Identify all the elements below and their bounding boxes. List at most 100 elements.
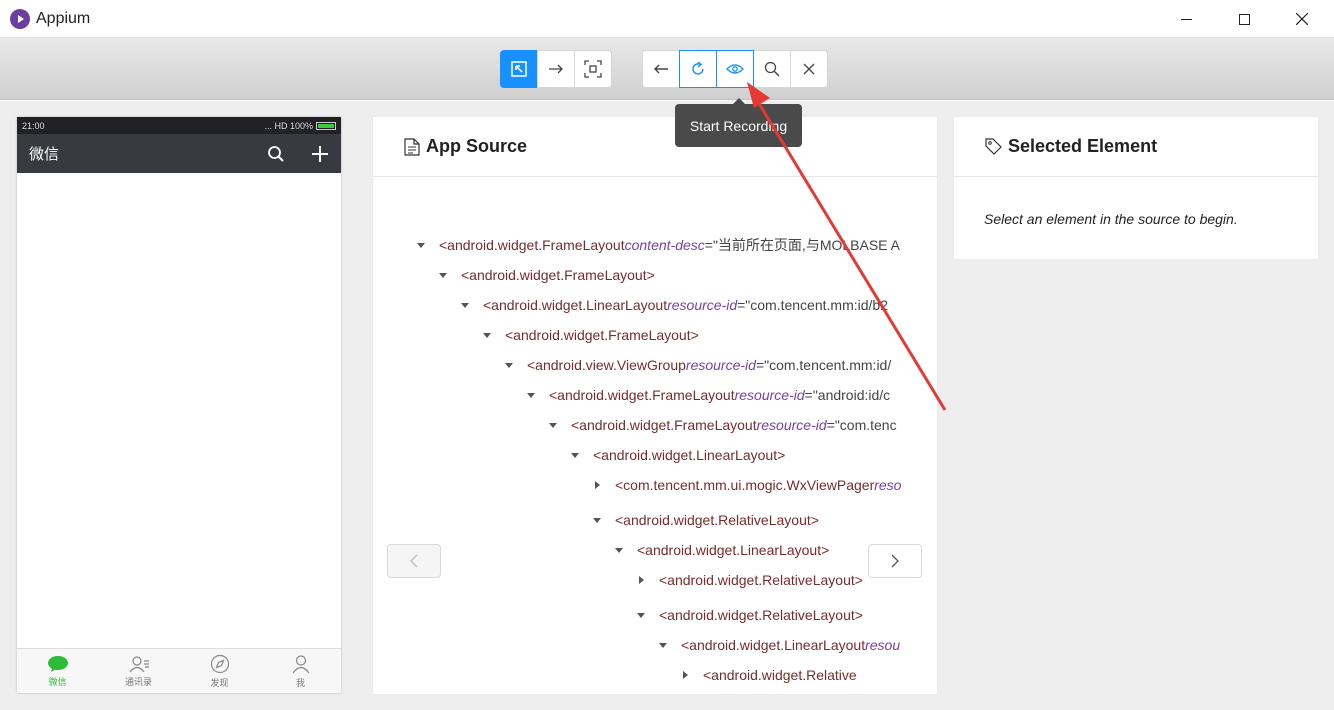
chevron-right-icon bbox=[891, 554, 899, 568]
select-elements-button[interactable] bbox=[500, 50, 538, 88]
back-arrow-icon bbox=[654, 64, 668, 74]
chevron-left-icon bbox=[410, 554, 418, 568]
caret-down-icon[interactable] bbox=[417, 242, 425, 248]
caret-down-icon[interactable] bbox=[505, 362, 513, 368]
session-actions-group bbox=[642, 50, 828, 88]
phone-status-bar: 21:00 ... HD 100% bbox=[17, 117, 341, 134]
source-tree-node[interactable]: <android.widget.Relative bbox=[681, 665, 857, 685]
source-tree-node[interactable]: <android.view.ViewGroup resource-id ="com… bbox=[505, 355, 891, 375]
search-icon[interactable] bbox=[267, 145, 285, 163]
node-tag: <android.widget.FrameLayout> bbox=[505, 327, 699, 343]
node-value: ="com.tencent.mm:id/b2 bbox=[737, 297, 888, 313]
caret-down-icon[interactable] bbox=[593, 517, 601, 523]
app-source-panel: App Source <android.widget.Relative <andr… bbox=[373, 117, 937, 694]
caret-down-icon[interactable] bbox=[461, 302, 469, 308]
contacts-icon bbox=[129, 655, 149, 672]
tap-by-coordinates-button[interactable] bbox=[574, 50, 612, 88]
search-icon bbox=[764, 61, 780, 77]
source-tree-node[interactable]: <android.widget.LinearLayout resou bbox=[659, 635, 900, 655]
node-tag: <android.widget.RelativeLayout> bbox=[659, 607, 863, 623]
scroll-left-button[interactable] bbox=[387, 544, 441, 578]
wechat-tab-me[interactable]: 我 bbox=[260, 649, 341, 693]
person-icon bbox=[292, 654, 309, 673]
caret-right-icon[interactable] bbox=[639, 576, 644, 584]
source-tree-node[interactable]: <android.widget.RelativeLayout> bbox=[637, 570, 863, 590]
source-tree-node[interactable]: <android.widget.FrameLayout content-desc… bbox=[417, 235, 900, 255]
source-tree-node[interactable]: <android.widget.FrameLayout> bbox=[439, 265, 655, 285]
tag-icon bbox=[985, 138, 1002, 155]
battery-icon bbox=[316, 121, 336, 130]
node-tag: <android.widget.RelativeLayout> bbox=[659, 572, 863, 588]
caret-right-icon[interactable] bbox=[683, 671, 688, 679]
tab-label: 发现 bbox=[210, 677, 229, 688]
window-titlebar: Appium bbox=[0, 0, 1334, 38]
device-screenshot[interactable]: 21:00 ... HD 100% 微信 微信 通讯录 发现 我 bbox=[17, 117, 341, 693]
node-attribute: resource-id bbox=[667, 297, 738, 313]
app-source-title: App Source bbox=[426, 136, 528, 156]
tab-label: 我 bbox=[295, 677, 305, 688]
node-tag: <android.view.ViewGroup bbox=[527, 357, 686, 373]
scroll-right-button[interactable] bbox=[868, 544, 922, 578]
source-tree-node[interactable]: <com.tencent.mm.ui.mogic.WxViewPager res… bbox=[593, 475, 901, 495]
wechat-tab-discover[interactable]: 发现 bbox=[179, 649, 260, 693]
close-icon bbox=[1296, 13, 1308, 25]
node-value: ="com.tencent.mm:id/ bbox=[755, 357, 892, 373]
node-tag: <android.widget.FrameLayout bbox=[571, 417, 757, 433]
eye-icon bbox=[726, 64, 744, 74]
caret-down-icon[interactable] bbox=[483, 332, 491, 338]
caret-down-icon[interactable] bbox=[659, 642, 667, 648]
source-tree-node[interactable]: <android.widget.FrameLayout resource-id =… bbox=[527, 385, 890, 405]
node-tag: <android.widget.LinearLayout> bbox=[637, 542, 830, 558]
caret-down-icon[interactable] bbox=[549, 422, 557, 428]
source-tree-node[interactable]: <android.widget.LinearLayout> bbox=[615, 540, 829, 560]
tab-label: 通讯录 bbox=[124, 676, 152, 687]
inspector-main: 21:00 ... HD 100% 微信 微信 通讯录 发现 我 App Sou… bbox=[0, 101, 1334, 710]
minimize-icon bbox=[1180, 18, 1192, 20]
node-tag: <android.widget.LinearLayout bbox=[681, 637, 866, 653]
node-value: ="当前所在页面,与MOLBASE A bbox=[704, 237, 900, 253]
source-tree-node[interactable]: <android.widget.RelativeLayout> bbox=[593, 510, 819, 530]
maximize-button[interactable] bbox=[1215, 0, 1273, 38]
plus-icon[interactable] bbox=[311, 145, 329, 163]
maximize-icon bbox=[1238, 13, 1250, 25]
caret-down-icon[interactable] bbox=[637, 612, 645, 618]
wechat-tab-contacts[interactable]: 通讯录 bbox=[98, 649, 179, 693]
caret-right-icon[interactable] bbox=[595, 481, 600, 489]
source-tree-node[interactable]: <android.widget.FrameLayout resource-id =… bbox=[549, 415, 897, 435]
tab-label: 微信 bbox=[48, 676, 67, 687]
source-tree-node[interactable]: <android.widget.RelativeLayout> bbox=[637, 605, 863, 625]
arrow-right-icon bbox=[549, 64, 563, 74]
node-tag: <android.widget.Relative bbox=[703, 667, 857, 683]
source-tree-node[interactable]: <android.widget.LinearLayout resource-id… bbox=[461, 295, 888, 315]
start-recording-button[interactable] bbox=[716, 50, 754, 88]
app-source-header: App Source bbox=[373, 117, 937, 177]
source-tree-node[interactable]: <android.widget.LinearLayout> bbox=[571, 445, 785, 465]
caret-down-icon[interactable] bbox=[571, 452, 579, 458]
swipe-by-coordinates-button[interactable] bbox=[537, 50, 575, 88]
quit-session-button[interactable] bbox=[790, 50, 828, 88]
refresh-icon bbox=[692, 61, 704, 75]
appium-logo-icon bbox=[10, 9, 30, 29]
caret-down-icon[interactable] bbox=[615, 547, 623, 553]
wechat-chat-list bbox=[17, 173, 341, 648]
crosshair-icon bbox=[584, 60, 602, 78]
compass-icon bbox=[210, 654, 229, 673]
minimize-button[interactable] bbox=[1157, 0, 1215, 38]
back-button[interactable] bbox=[642, 50, 680, 88]
close-window-button[interactable] bbox=[1273, 0, 1331, 38]
inspector-toolbar bbox=[0, 38, 1334, 100]
node-attribute: resou bbox=[865, 637, 901, 653]
refresh-button[interactable] bbox=[679, 50, 717, 88]
node-tag: <android.widget.LinearLayout bbox=[483, 297, 668, 313]
node-tag: <android.widget.LinearLayout> bbox=[593, 447, 786, 463]
wechat-title: 微信 bbox=[29, 146, 60, 163]
node-tag: <com.tencent.mm.ui.mogic.WxViewPager bbox=[615, 477, 875, 493]
source-tree-node[interactable]: <android.widget.FrameLayout> bbox=[483, 325, 699, 345]
search-button[interactable] bbox=[753, 50, 791, 88]
wechat-tab-chats[interactable]: 微信 bbox=[17, 649, 98, 693]
node-tag: <android.widget.FrameLayout> bbox=[461, 267, 655, 283]
caret-down-icon[interactable] bbox=[439, 272, 447, 278]
caret-down-icon[interactable] bbox=[527, 392, 535, 398]
node-value: ="android:id/c bbox=[804, 387, 891, 403]
phone-status-time: 21:00 bbox=[22, 120, 45, 131]
